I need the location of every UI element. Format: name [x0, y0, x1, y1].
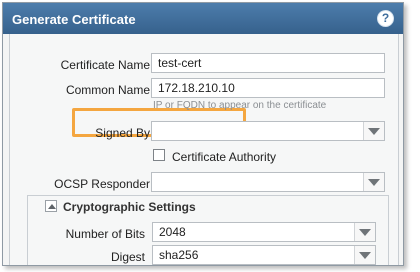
chevron-down-icon[interactable]: [363, 173, 384, 191]
number-of-bits-label: Number of Bits: [65, 227, 145, 241]
signed-by-select[interactable]: [151, 121, 385, 141]
digest-label: Digest: [110, 250, 145, 264]
generate-certificate-dialog: Generate Certificate ? Certificate Name …: [2, 2, 404, 266]
digest-select[interactable]: sha256: [152, 245, 376, 265]
chevron-down-icon[interactable]: [363, 122, 384, 140]
certificate-name-label: Certificate Name: [60, 58, 150, 72]
ocsp-responder-label: OCSP Responder: [54, 177, 150, 191]
ocsp-responder-select[interactable]: [151, 172, 385, 192]
dialog-title: Generate Certificate: [12, 12, 136, 27]
common-name-input[interactable]: 172.18.210.10: [151, 78, 385, 98]
number-of-bits-select[interactable]: 2048: [152, 222, 376, 242]
chevron-down-icon[interactable]: [354, 246, 375, 264]
number-of-bits-value: 2048: [159, 225, 186, 239]
certificate-authority-label: Certificate Authority: [172, 150, 277, 164]
common-name-label: Common Name: [65, 83, 150, 97]
help-circle-icon[interactable]: ?: [377, 10, 394, 27]
digest-value: sha256: [159, 248, 199, 262]
collapse-section-icon[interactable]: [45, 200, 57, 212]
cryptographic-settings-title: Cryptographic Settings: [63, 200, 196, 214]
dialog-titlebar: Generate Certificate ?: [3, 3, 403, 34]
chevron-down-icon[interactable]: [354, 223, 375, 241]
certificate-name-input[interactable]: test-cert: [151, 53, 385, 73]
signed-by-label: Signed By: [95, 126, 150, 140]
common-name-hint: IP or FQDN to appear on the certificate: [153, 100, 327, 111]
certificate-authority-checkbox[interactable]: [153, 149, 165, 161]
